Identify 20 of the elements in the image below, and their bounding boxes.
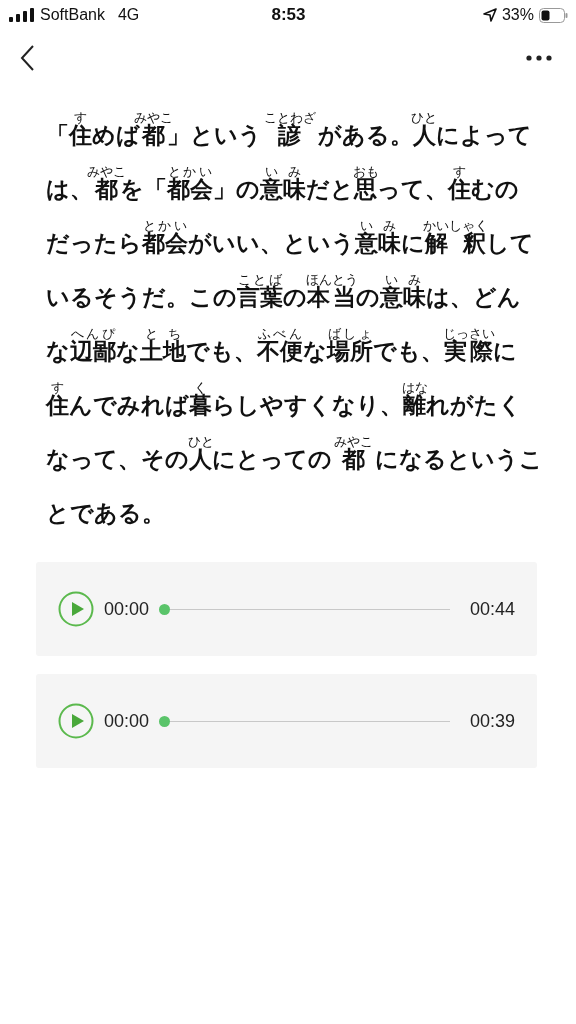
location-icon xyxy=(482,8,497,22)
more-button[interactable] xyxy=(526,55,552,61)
duration-time: 00:44 xyxy=(469,598,515,620)
passage-text: 「住 す めば都 みやこ 」という 諺 ことわざ がある。人 ひと によって は、都 みやこ を「都会 とかい 」の意味 いみ だと思 おも って、住 す むの だったら都会 とかい がいい、という 意味 いみ に解 釈 かいしゃく して いるそうだ。この言葉 ことば の本当 ほんとう の意味 いみ は、どん な辺鄙 へんぴ な土地 とち でも、不便 ふべん な場所 ばしょ でも、実際 じっさい に 住 す んでみれば暮 く らしやすくなり、離 はな れがたく なって、その人 ひと にとっての 都 みやこ になるというこ とである。 xyxy=(46,109,544,528)
battery-percent: 33% xyxy=(501,6,534,24)
play-button[interactable] xyxy=(58,591,94,627)
network-type: 4G xyxy=(117,6,140,24)
progress-thumb[interactable] xyxy=(159,603,171,615)
current-time: 00:00 xyxy=(104,598,150,620)
signal-icon xyxy=(9,8,35,22)
status-time: 8:53 xyxy=(271,5,306,25)
progress-track[interactable] xyxy=(159,715,450,727)
progress-thumb[interactable] xyxy=(159,715,171,727)
back-button[interactable] xyxy=(20,45,34,71)
carrier-name: SoftBank xyxy=(40,6,105,24)
battery-icon xyxy=(539,7,568,23)
current-time: 00:00 xyxy=(104,710,150,732)
progress-track[interactable] xyxy=(159,603,450,615)
play-button[interactable] xyxy=(58,703,94,739)
duration-time: 00:39 xyxy=(469,710,515,732)
